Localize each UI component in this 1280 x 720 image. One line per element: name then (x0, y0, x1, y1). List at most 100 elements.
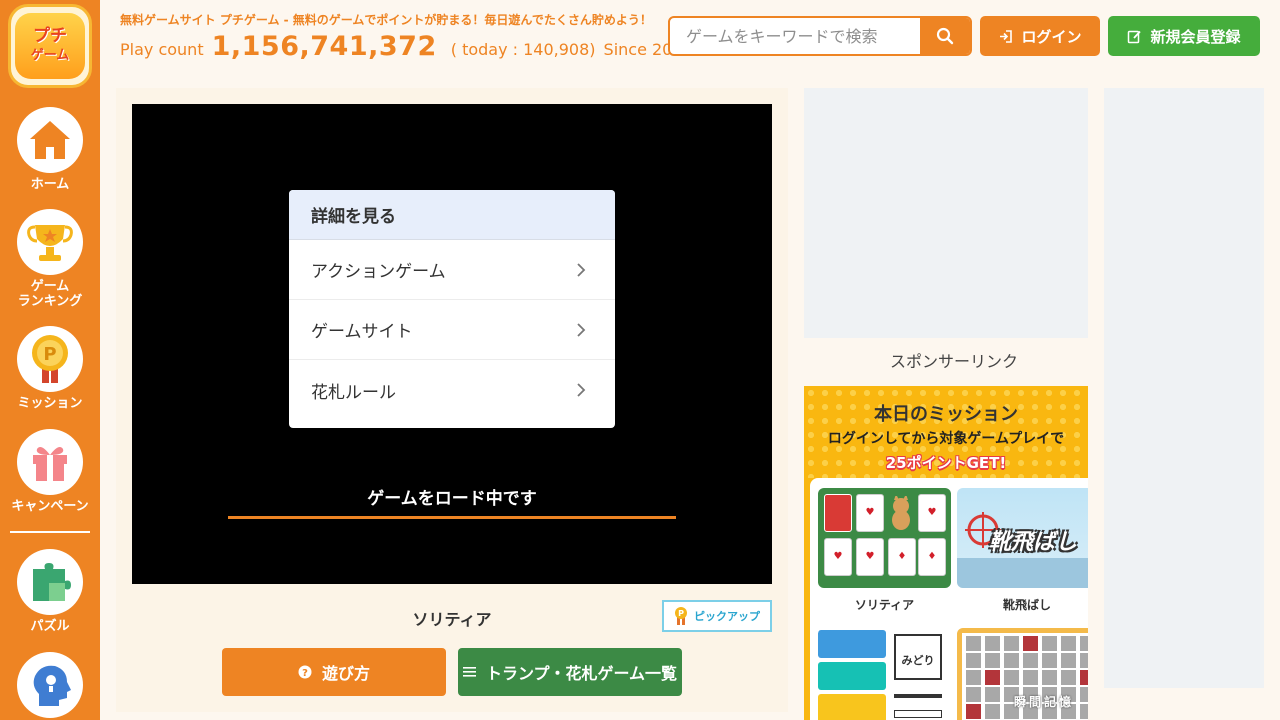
list-icon (462, 667, 476, 677)
cat-mascot-icon (892, 496, 910, 530)
memory-grid-cell (1023, 670, 1038, 685)
card-back (824, 494, 852, 532)
city-skyline (957, 558, 1088, 588)
mission-title: 本日のミッション (874, 404, 1018, 425)
how-to-play-label: 遊び方 (321, 664, 370, 683)
memory-grid-cell (1042, 653, 1057, 668)
shoe-toss-thumbnail[interactable]: 靴飛ばし (957, 488, 1088, 588)
question-icon: ? (298, 665, 312, 679)
login-label: ログイン (1021, 27, 1082, 46)
memory-grid-cell (1061, 653, 1076, 668)
signup-label: 新規会員登録 (1150, 27, 1241, 46)
play-count-value: 1,156,741,372 (211, 31, 437, 62)
sidebar-item-ranking[interactable]: ゲーム ランキング (0, 209, 100, 309)
popup-item-label: 花札ルール (311, 382, 396, 403)
solitaire-thumbnail[interactable]: ♥ ♥ ♥ ♥ ♦ ♦ (818, 488, 951, 588)
memory-grid-cell (966, 653, 981, 668)
sidebar-item-home[interactable]: ホーム (0, 107, 100, 192)
signup-button[interactable]: 新規会員登録 (1108, 16, 1260, 56)
game-screen[interactable]: 詳細を見る アクションゲーム ゲームサイト 花札ルール ゲームをロード中です (132, 104, 772, 584)
pickup-badge[interactable]: P ピックアップ (662, 600, 772, 632)
shoe-toss-logo-text: 靴飛ばし (989, 530, 1078, 555)
score-box (894, 710, 942, 718)
chevron-right-icon (577, 383, 586, 397)
ad-skyscraper[interactable] (1104, 88, 1264, 688)
popup-item-label: アクションゲーム (311, 262, 446, 282)
logo-text-bottom: ゲーム (30, 48, 70, 63)
game-label-shoe-toss: 靴飛ばし (1002, 598, 1051, 612)
playing-card: ♦ (918, 538, 946, 576)
memory-grid-cell (966, 687, 981, 702)
memory-grid-cell (1023, 653, 1038, 668)
chevron-right-icon (577, 262, 586, 277)
svg-text:P: P (43, 344, 56, 365)
color-block (818, 694, 886, 720)
login-icon (1000, 29, 1013, 43)
loading-text: ゲームをロード中です (367, 489, 537, 509)
memory-grid-cell (1080, 636, 1088, 651)
sidebar-item-puzzle[interactable]: パズル (0, 549, 100, 634)
memory-grid-cell (1080, 704, 1088, 719)
gift-icon (17, 429, 83, 495)
mission-game-grid: ♥ ♥ ♥ ♥ ♦ ♦ ソリティア 靴飛ばし 靴飛ばし みどり 瞬間記憶 (810, 478, 1088, 720)
card-game-list-label: トランプ・花札ゲーム一覧 (485, 664, 678, 683)
memory-grid-cell (1080, 687, 1088, 702)
site-logo[interactable]: プチ ゲーム (8, 4, 92, 88)
memory-grid-cell (1080, 670, 1088, 685)
memory-grid-cell (1042, 670, 1057, 685)
search-button[interactable] (920, 18, 970, 54)
how-to-play-button[interactable]: ? 遊び方 (222, 648, 446, 696)
sponsor-link-label: スポンサーリンク (889, 352, 1018, 371)
game-title: ソリティア (412, 610, 492, 629)
memory-grid-cell (985, 687, 1000, 702)
game-label-solitaire: ソリティア (854, 598, 915, 612)
playing-card: ♦ (888, 538, 916, 576)
head-icon (17, 652, 83, 718)
popup-item-game-site[interactable]: ゲームサイト (289, 300, 615, 360)
sidebar-item-label: キャンペーン (11, 499, 89, 514)
playing-card: ♥ (856, 538, 884, 576)
card-game-list-button[interactable]: トランプ・花札ゲーム一覧 (458, 648, 682, 696)
color-game-thumbnail[interactable]: みどり (818, 628, 951, 720)
sidebar-item-brain[interactable] (0, 652, 100, 720)
search-input[interactable] (670, 18, 920, 54)
pickup-label: ピックアップ (694, 610, 760, 623)
sidebar-divider (10, 531, 90, 533)
chevron-right-icon (577, 322, 586, 337)
mission-subtitle: ログインしてから対象ゲームプレイで (827, 431, 1065, 447)
sidebar-item-label: ゲーム ランキング (17, 279, 83, 309)
loading-bar (228, 516, 676, 519)
sidebar: プチ ゲーム ホーム ゲーム ランキング P ミッション キャンペーン パズル (0, 0, 100, 720)
daily-mission-panel[interactable]: 本日のミッション ログインしてから対象ゲームプレイで 25ポイントGET! ♥ … (804, 386, 1088, 720)
loading-bar-fill (228, 516, 676, 519)
memory-grid-cell (1023, 636, 1038, 651)
medal-icon: P (675, 607, 687, 625)
memory-grid-cell (1004, 653, 1019, 668)
play-count-label: Play count (120, 40, 204, 59)
popup-item-hanafuda-rules[interactable]: 花札ルール (289, 360, 615, 420)
color-block (818, 630, 886, 658)
memory-grid-cell (966, 670, 981, 685)
popup-item-action-game[interactable]: アクションゲーム (289, 240, 615, 300)
memory-grid-cell (985, 704, 1000, 719)
color-block (818, 662, 886, 690)
memory-grid-cell (985, 670, 1000, 685)
logo-text-top: プチ (33, 26, 67, 46)
memory-grid-cell (1042, 636, 1057, 651)
medal-icon: P (17, 326, 83, 392)
details-popup: 詳細を見る アクションゲーム ゲームサイト 花札ルール (289, 190, 615, 428)
edit-icon (1128, 30, 1142, 43)
login-button[interactable]: ログイン (980, 16, 1100, 56)
popup-item-label: ゲームサイト (311, 322, 413, 342)
score-bar (894, 694, 942, 698)
sidebar-item-mission[interactable]: P ミッション (0, 326, 100, 411)
color-word-box: みどり (894, 634, 942, 680)
color-word-text: みどり (901, 654, 935, 667)
memory-grid-cell (1080, 653, 1088, 668)
play-count: Play count 1,156,741,372 ( today : 140,9… (120, 31, 693, 62)
sidebar-item-label: ミッション (17, 396, 83, 411)
memory-game-thumbnail[interactable]: 瞬間記憶 (957, 628, 1088, 720)
ad-banner[interactable] (804, 88, 1088, 338)
popup-title: 詳細を見る (289, 190, 615, 240)
sidebar-item-campaign[interactable]: キャンペーン (0, 429, 100, 514)
